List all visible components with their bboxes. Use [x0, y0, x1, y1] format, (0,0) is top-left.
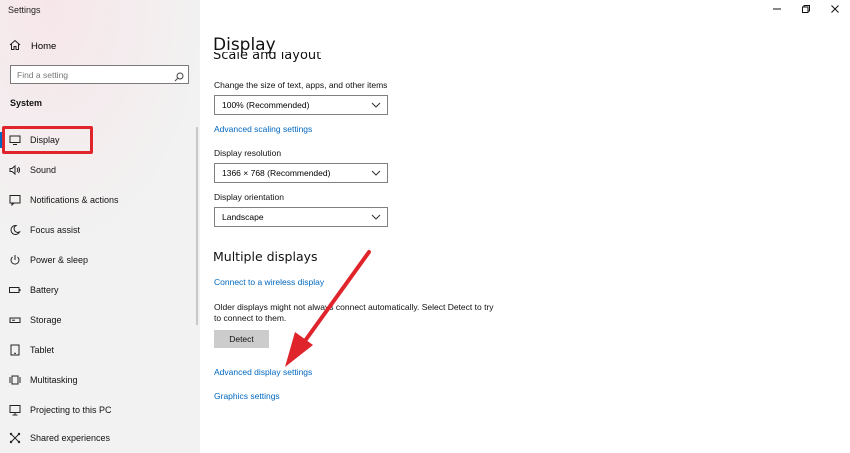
sidebar: Settings Home System Display Sound Notif… [0, 0, 200, 453]
section-header-system: System [10, 98, 43, 108]
sidebar-item-sound[interactable]: Sound [0, 156, 200, 184]
scale-layout-heading: Scale and layout [213, 52, 321, 62]
tablet-icon [9, 344, 21, 356]
sidebar-item-label: Battery [30, 285, 59, 295]
multiple-displays-heading: Multiple displays [213, 249, 318, 264]
multitasking-icon [9, 374, 21, 386]
detect-button[interactable]: Detect [214, 330, 269, 348]
app-title: Settings [8, 5, 41, 15]
sidebar-item-label: Projecting to this PC [30, 405, 112, 415]
search-input[interactable] [17, 68, 167, 81]
sidebar-item-tablet[interactable]: Tablet [0, 336, 200, 364]
sidebar-item-shared-experiences[interactable]: Shared experiences [0, 424, 200, 452]
minimize-button[interactable] [762, 2, 792, 18]
sidebar-item-notifications[interactable]: Notifications & actions [0, 186, 200, 214]
sidebar-item-projecting[interactable]: Projecting to this PC [0, 396, 200, 424]
resolution-dropdown-value: 1366 × 768 (Recommended) [222, 168, 331, 178]
search-box[interactable] [10, 65, 189, 84]
sidebar-item-display[interactable]: Display [0, 126, 200, 154]
orientation-dropdown[interactable]: Landscape [214, 207, 388, 227]
orientation-label: Display orientation [214, 192, 284, 202]
restore-icon [801, 1, 811, 19]
close-icon [830, 1, 840, 19]
resolution-dropdown[interactable]: 1366 × 768 (Recommended) [214, 163, 388, 183]
orientation-dropdown-value: Landscape [222, 212, 264, 222]
scale-layout-heading-text: Scale and layout [213, 52, 322, 62]
search-icon[interactable] [174, 69, 184, 87]
sidebar-item-label: Power & sleep [30, 255, 89, 265]
battery-icon [9, 284, 21, 296]
scale-label: Change the size of text, apps, and other… [214, 80, 388, 90]
sidebar-item-label: Tablet [30, 345, 55, 355]
sidebar-item-label: Shared experiences [30, 433, 111, 443]
sidebar-scrollbar[interactable] [196, 127, 198, 325]
projecting-icon [9, 404, 21, 416]
display-icon [9, 134, 21, 146]
minimize-icon [772, 1, 782, 19]
shared-experiences-icon [9, 432, 21, 444]
home-label: Home [31, 41, 57, 52]
sidebar-item-battery[interactable]: Battery [0, 276, 200, 304]
sidebar-item-power-sleep[interactable]: Power & sleep [0, 246, 200, 274]
resolution-label: Display resolution [214, 148, 282, 158]
focus-assist-icon [9, 224, 21, 236]
wireless-display-link[interactable]: Connect to a wireless display [214, 277, 324, 287]
scale-dropdown-value: 100% (Recommended) [222, 100, 310, 110]
advanced-display-settings-link[interactable]: Advanced display settings [214, 367, 312, 377]
storage-icon [9, 314, 21, 326]
sidebar-item-focus-assist[interactable]: Focus assist [0, 216, 200, 244]
power-icon [9, 254, 21, 266]
sidebar-item-label: Notifications & actions [30, 195, 119, 205]
sound-icon [9, 164, 21, 176]
chevron-down-icon [371, 101, 381, 111]
sidebar-item-storage[interactable]: Storage [0, 306, 200, 334]
sidebar-item-label: Multitasking [30, 375, 78, 385]
home-icon [9, 39, 21, 54]
sidebar-item-multitasking[interactable]: Multitasking [0, 366, 200, 394]
chevron-down-icon [371, 213, 381, 223]
chevron-down-icon [371, 169, 381, 179]
close-button[interactable] [820, 2, 850, 18]
restore-button[interactable] [791, 2, 821, 18]
sidebar-item-label: Display [30, 135, 60, 145]
home-nav-item[interactable]: Home [9, 39, 56, 54]
sidebar-item-label: Storage [30, 315, 62, 325]
sidebar-item-label: Focus assist [30, 225, 81, 235]
sidebar-item-label: Sound [30, 165, 57, 175]
graphics-settings-link[interactable]: Graphics settings [214, 391, 280, 401]
detect-description: Older displays might not always connect … [214, 302, 494, 323]
scale-dropdown[interactable]: 100% (Recommended) [214, 95, 388, 115]
notifications-icon [9, 194, 21, 206]
advanced-scaling-link[interactable]: Advanced scaling settings [214, 124, 312, 134]
